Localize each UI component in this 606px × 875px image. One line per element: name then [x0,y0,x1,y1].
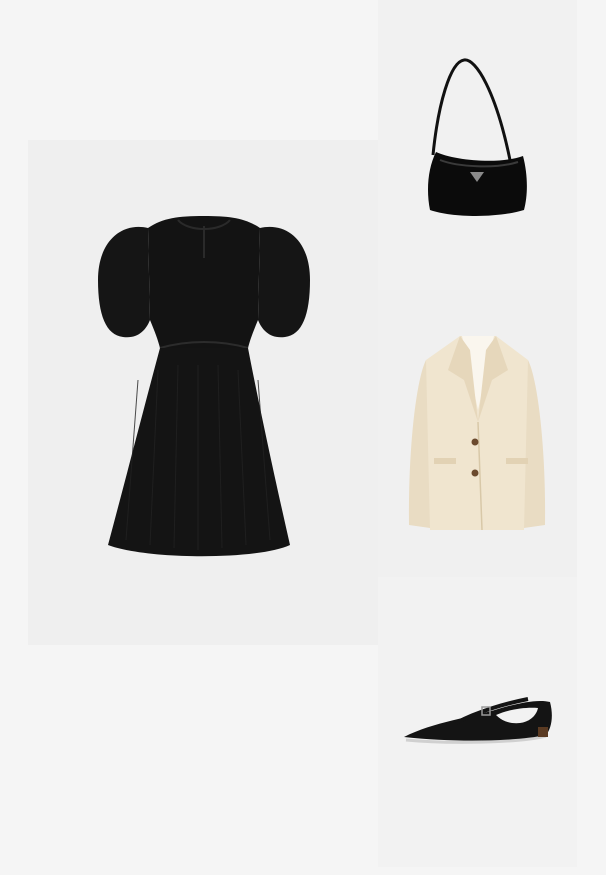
blazer-image [408,336,546,531]
product-tile-dress[interactable] [28,140,378,645]
shoulder-bag-image [428,58,527,216]
dress-image [98,216,310,557]
product-tile-blazer[interactable] [378,290,577,577]
product-tile-bag[interactable] [378,0,577,290]
product-tile-shoe[interactable] [378,577,577,867]
flat-shoe-image [404,697,552,744]
